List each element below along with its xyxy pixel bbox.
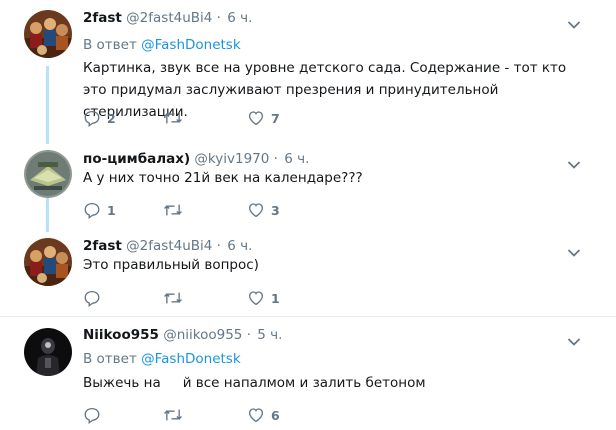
separator-dot: ·: [246, 327, 251, 343]
tweet-text: Выжечь на й все напалмом и залить бетоном: [83, 372, 583, 394]
reply-count: 1: [107, 202, 116, 218]
display-name[interactable]: 2fast: [83, 238, 122, 254]
reply-context: В ответ @FashDonetsk: [83, 350, 241, 368]
like-count: 6: [271, 407, 280, 423]
separator-dot: ·: [273, 151, 278, 167]
chevron-down-icon[interactable]: [567, 155, 581, 169]
like-icon: [248, 203, 264, 218]
tweet-text: А у них точно 21й век на календаре???: [83, 170, 363, 186]
retweet-icon: [164, 204, 182, 216]
tweet-text-part: й все напалмом и залить бетоном: [182, 375, 426, 391]
reply-button[interactable]: [83, 405, 107, 425]
like-button[interactable]: 6: [247, 405, 280, 425]
timestamp[interactable]: 6 ч.: [284, 151, 309, 167]
like-icon: [248, 408, 264, 423]
timestamp[interactable]: 6 ч.: [227, 10, 252, 26]
like-icon: [248, 111, 264, 126]
tweet[interactable]: по-цимбалах) @kyiv1970 · 6 ч. А у них то…: [0, 144, 616, 232]
like-count: 7: [271, 110, 280, 126]
retweet-button[interactable]: [163, 405, 189, 425]
separator-dot: ·: [216, 238, 221, 254]
display-name[interactable]: по-цимбалах): [83, 151, 190, 167]
tweet-header: 2fast @2fast4uBi4 · 6 ч.: [83, 236, 252, 256]
timestamp[interactable]: 6 ч.: [227, 238, 252, 254]
chevron-down-icon[interactable]: [567, 332, 581, 346]
tweet-header: по-цимбалах) @kyiv1970 · 6 ч.: [83, 149, 309, 169]
separator-dot: ·: [216, 10, 221, 26]
reply-count: 2: [107, 110, 116, 126]
chevron-down-icon[interactable]: [567, 15, 581, 29]
like-count: 1: [271, 290, 280, 306]
reply-prefix: В ответ: [83, 351, 137, 367]
reply-mention-link[interactable]: @FashDonetsk: [141, 37, 241, 53]
avatar[interactable]: [24, 10, 72, 58]
retweet-button[interactable]: [163, 200, 189, 220]
like-count: 3: [271, 202, 280, 218]
reply-icon: [84, 407, 100, 424]
tweet-text-part: Выжечь на: [83, 375, 161, 391]
reply-button[interactable]: 2: [83, 108, 116, 128]
display-name[interactable]: 2fast: [83, 10, 122, 26]
retweet-icon: [164, 292, 182, 304]
retweet-icon: [164, 112, 182, 124]
tweet[interactable]: 2fast @2fast4uBi4 · 6 ч. В ответ @FashDo…: [0, 0, 616, 144]
reply-mention-link[interactable]: @FashDonetsk: [141, 351, 241, 367]
reply-icon: [84, 290, 100, 307]
timestamp[interactable]: 5 ч.: [257, 327, 282, 343]
reply-icon: [84, 202, 100, 219]
avatar[interactable]: [24, 150, 72, 198]
chevron-down-icon[interactable]: [567, 243, 581, 257]
reply-context: В ответ @FashDonetsk: [83, 36, 241, 54]
avatar[interactable]: [24, 328, 72, 376]
avatar[interactable]: [24, 238, 72, 286]
like-button[interactable]: 7: [247, 108, 280, 128]
reply-icon: [84, 110, 100, 127]
tweet-header: 2fast @2fast4uBi4 · 6 ч.: [83, 8, 252, 28]
reply-prefix: В ответ: [83, 37, 137, 53]
user-handle[interactable]: @kyiv1970: [194, 151, 269, 167]
like-button[interactable]: 1: [247, 288, 280, 308]
retweet-icon: [164, 409, 182, 421]
retweet-button[interactable]: [163, 108, 189, 128]
tweet-text: Это правильный вопрос): [83, 257, 259, 273]
tweet[interactable]: Niikoo955 @niikoo955 · 5 ч. В ответ @Fas…: [0, 317, 616, 430]
like-icon: [248, 291, 264, 306]
user-handle[interactable]: @2fast4uBi4: [126, 10, 212, 26]
like-button[interactable]: 3: [247, 200, 280, 220]
reply-button[interactable]: [83, 288, 107, 308]
retweet-button[interactable]: [163, 288, 189, 308]
tweet-header: Niikoo955 @niikoo955 · 5 ч.: [83, 325, 282, 345]
display-name[interactable]: Niikoo955: [83, 327, 159, 343]
tweet[interactable]: 2fast @2fast4uBi4 · 6 ч. Это правильный …: [0, 232, 616, 316]
user-handle[interactable]: @niikoo955: [163, 327, 242, 343]
tweet-text: Картинка, звук все на уровне детского са…: [83, 60, 567, 120]
user-handle[interactable]: @2fast4uBi4: [126, 238, 212, 254]
reply-button[interactable]: 1: [83, 200, 116, 220]
